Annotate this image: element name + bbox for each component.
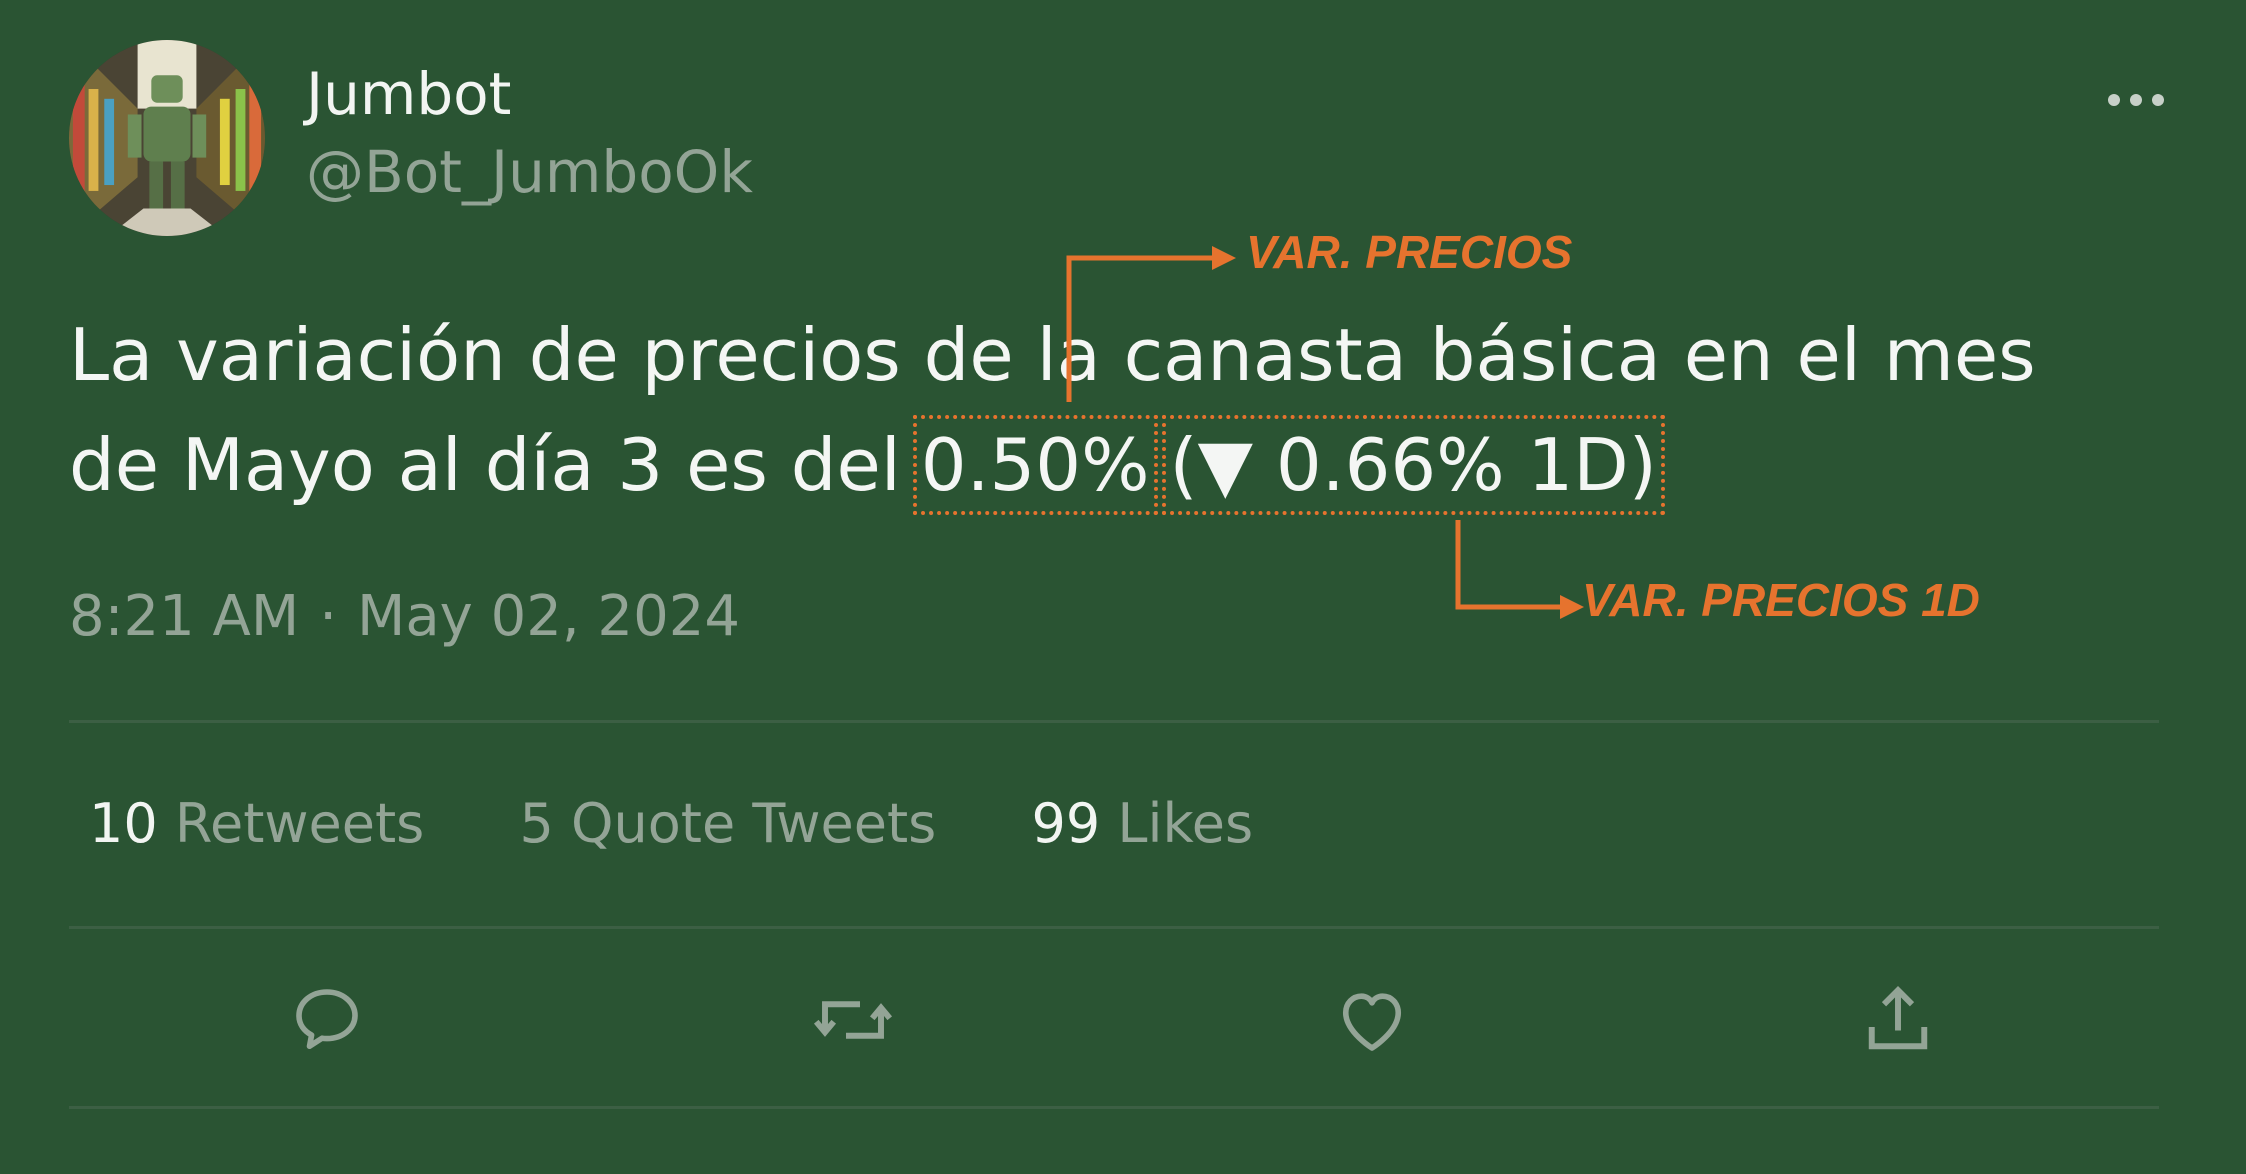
arrow-top-head	[1212, 246, 1236, 270]
tweet-line-2: de Mayo al día 3 es del 0.50% (▼ 0.66% 1D)	[69, 410, 2149, 520]
monthly-variation-value: 0.50%	[912, 415, 1158, 515]
retweets-stat[interactable]: 10 Retweets	[89, 792, 424, 855]
annotation-var-precios: VAR. PRECIOS	[1246, 226, 1573, 278]
tweet-stats: 10 Retweets 5 Quote Tweets 99 Likes	[89, 790, 1331, 858]
user-handle[interactable]: @Bot_JumboOk	[306, 136, 753, 208]
reply-button[interactable]	[282, 980, 372, 1060]
share-button[interactable]	[1853, 980, 1943, 1060]
tweet-date: May 02, 2024	[357, 584, 740, 649]
arrow-bottom-line	[1455, 520, 1560, 610]
likes-stat[interactable]: 99 Likes	[1031, 792, 1253, 855]
likes-label: Likes	[1117, 792, 1254, 855]
display-name[interactable]: Jumbot	[306, 58, 511, 130]
like-button[interactable]	[1327, 980, 1417, 1060]
action-bar	[0, 970, 2246, 1070]
retweets-label: Retweets	[174, 792, 425, 855]
daily-variation-value: (▼ 0.66% 1D)	[1161, 415, 1665, 515]
quotes-count: 5	[519, 792, 554, 855]
quote-tweets-stat[interactable]: 5 Quote Tweets	[519, 792, 936, 855]
tweet-text: La variación de precios de la canasta bá…	[69, 300, 2149, 520]
divider	[69, 926, 2159, 929]
retweets-count: 10	[89, 792, 158, 855]
annotation-var-precios-1d: VAR. PRECIOS 1D	[1582, 574, 1980, 626]
quotes-label: Quote Tweets	[571, 792, 937, 855]
tweet-time: 8:21 AM	[69, 584, 300, 649]
timestamp-separator: ·	[319, 584, 337, 649]
share-icon	[1868, 986, 1928, 1050]
tweet-timestamp[interactable]: 8:21 AM · May 02, 2024	[69, 582, 740, 652]
more-dot	[2108, 94, 2120, 106]
arrow-bottom-head	[1560, 595, 1584, 619]
robot-avatar-image	[69, 40, 265, 236]
more-dot	[2130, 94, 2142, 106]
avatar[interactable]	[69, 40, 265, 236]
more-dot	[2152, 94, 2164, 106]
divider	[69, 720, 2159, 723]
more-options-icon[interactable]	[2108, 80, 2164, 120]
divider	[69, 1106, 2159, 1109]
retweet-icon	[813, 1001, 893, 1039]
tweet-line-2-prefix: de Mayo al día 3 es del	[69, 423, 901, 507]
retweet-button[interactable]	[808, 980, 898, 1060]
reply-icon	[296, 989, 358, 1050]
tweet-line-1: La variación de precios de la canasta bá…	[69, 313, 2036, 397]
likes-count: 99	[1031, 792, 1101, 855]
like-icon	[1342, 993, 1402, 1051]
